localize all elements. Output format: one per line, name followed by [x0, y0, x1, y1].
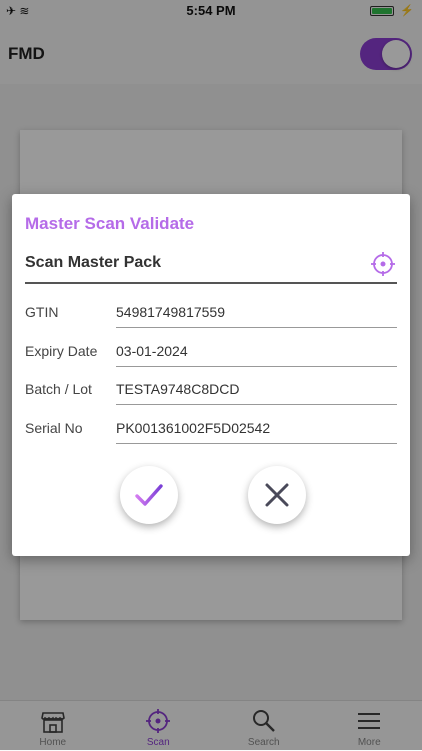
expiry-date-field[interactable]: 03-01-2024: [116, 335, 397, 367]
dialog-title: Master Scan Validate: [25, 214, 194, 234]
checkmark-icon: [132, 478, 166, 512]
gtin-field[interactable]: 54981749817559: [116, 296, 397, 328]
serial-no-field[interactable]: PK001361002F5D02542: [116, 412, 397, 444]
batch-label: Batch / Lot: [25, 381, 92, 397]
gtin-label: GTIN: [25, 304, 58, 320]
field-row-batch: Batch / Lot TESTA9748C8DCD: [25, 371, 397, 407]
batch-lot-field[interactable]: TESTA9748C8DCD: [116, 373, 397, 405]
scan-label: Scan Master Pack: [25, 254, 161, 272]
master-scan-dialog: Master Scan Validate Scan Master Pack GT…: [12, 194, 410, 556]
field-row-expiry: Expiry Date 03-01-2024: [25, 333, 397, 369]
expiry-label: Expiry Date: [25, 343, 97, 359]
scan-master-pack-row: Scan Master Pack: [25, 250, 397, 284]
field-row-gtin: GTIN 54981749817559: [25, 294, 397, 330]
cancel-button[interactable]: [248, 466, 306, 524]
field-row-serial: Serial No PK001361002F5D02542: [25, 410, 397, 446]
confirm-button[interactable]: [120, 466, 178, 524]
close-icon: [260, 478, 294, 512]
scan-target-icon[interactable]: [369, 250, 397, 278]
serial-label: Serial No: [25, 420, 83, 436]
